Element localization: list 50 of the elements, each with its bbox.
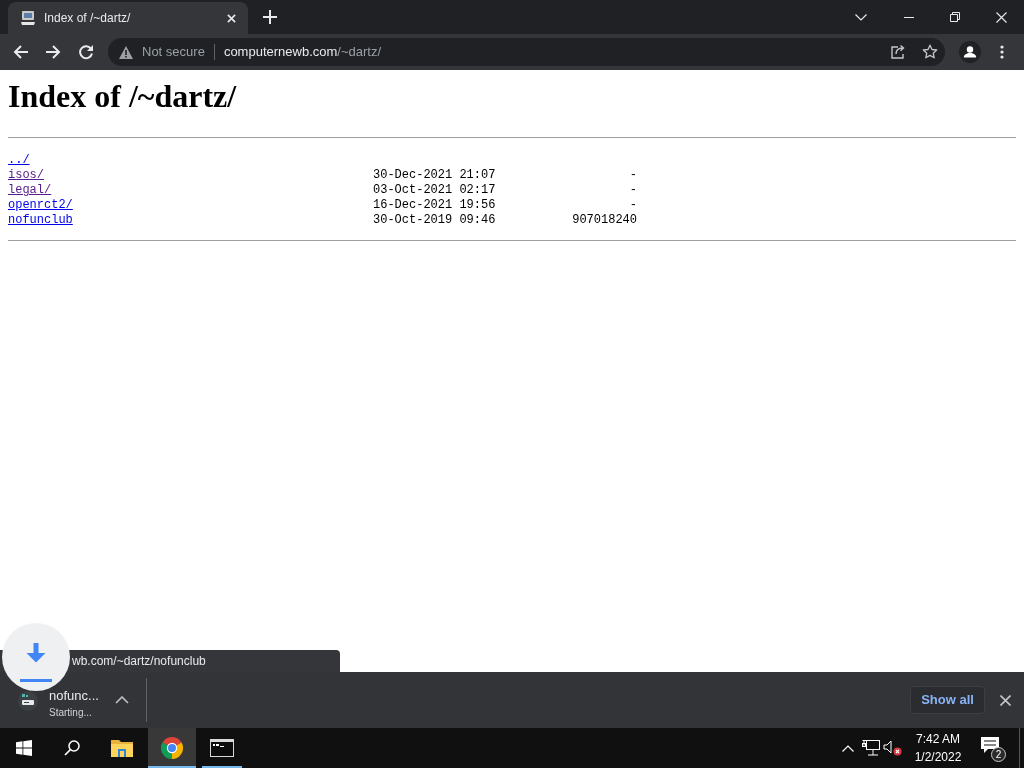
security-label[interactable]: Not secure	[142, 42, 205, 62]
network-icon[interactable]	[862, 740, 880, 756]
file-size: 907018240	[572, 213, 637, 227]
download-status: Starting...	[49, 707, 93, 719]
clock-date[interactable]: 1/2/2022	[914, 748, 962, 766]
modified-date: 30-Oct-2019 09:46	[373, 213, 496, 227]
browser-tab[interactable]: Index of /~dartz/	[8, 2, 248, 34]
terminal-icon	[210, 739, 234, 757]
menu-icon[interactable]	[1000, 45, 1004, 59]
drive-icon[interactable]	[18, 691, 38, 711]
file-link[interactable]: ../	[8, 153, 30, 167]
file-link[interactable]: openrct2/	[8, 198, 73, 212]
download-icon	[2, 623, 70, 691]
reload-icon[interactable]	[78, 44, 94, 60]
computer-icon	[20, 10, 36, 26]
file-link[interactable]: legal/	[8, 183, 52, 197]
plus-icon[interactable]	[263, 10, 277, 24]
windows-logo-icon[interactable]	[16, 740, 32, 756]
forward-arrow-icon[interactable]	[45, 44, 61, 60]
person-icon[interactable]	[959, 41, 981, 63]
page-heading: Index of /~dartz/	[8, 78, 238, 115]
notification-count: 2	[991, 747, 1006, 762]
star-icon[interactable]	[922, 44, 938, 60]
file-size: -	[629, 183, 637, 197]
file-link[interactable]: isos/	[8, 168, 44, 182]
speaker-icon[interactable]	[883, 740, 902, 756]
address-bar[interactable]: Not secure computernewb.com/~dartz/	[108, 38, 945, 66]
warning-icon	[119, 45, 133, 59]
folder-icon	[111, 739, 133, 757]
modified-date: 30-Dec-2021 21:07	[373, 168, 496, 182]
search-icon[interactable]	[64, 740, 80, 756]
minimize-icon[interactable]	[904, 16, 914, 18]
chevron-down-icon[interactable]	[855, 13, 867, 21]
file-link[interactable]: nofunclub	[8, 213, 73, 227]
modified-date: 16-Dec-2021 19:56	[373, 198, 496, 212]
clock-time[interactable]: 7:42 AM	[916, 730, 960, 748]
share-icon[interactable]	[890, 44, 906, 60]
show-all-button[interactable]: Show all	[910, 686, 985, 714]
file-size: -	[629, 168, 637, 182]
download-filename[interactable]: nofunc...	[49, 689, 113, 703]
chevron-up-icon[interactable]	[115, 696, 129, 704]
close-icon[interactable]	[1000, 694, 1011, 706]
back-arrow-icon[interactable]	[13, 44, 29, 60]
status-url: wb.com/~dartz/nofunclub	[72, 653, 206, 670]
file-size: -	[629, 198, 637, 212]
modified-date: 03-Oct-2021 02:17	[373, 183, 496, 197]
chrome-icon	[161, 737, 183, 759]
taskbar-button[interactable]	[148, 728, 196, 768]
address-text: computernewb.com/~dartz/	[223, 43, 382, 62]
restore-icon[interactable]	[950, 12, 960, 22]
